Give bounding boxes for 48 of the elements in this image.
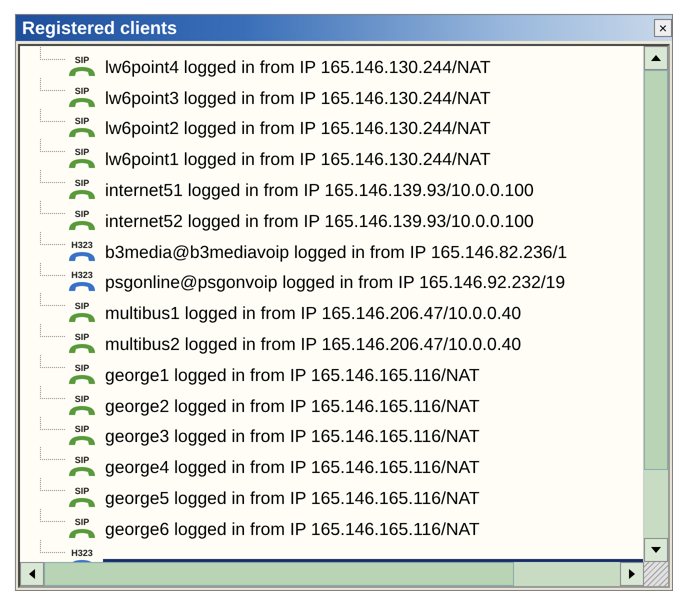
down-triangle-icon [650, 546, 662, 554]
protocol-label: H323 [71, 548, 93, 558]
client-entry[interactable]: george5 logged in from IP 165.146.165.116/NAT [103, 486, 482, 509]
window-title: Registered clients [22, 18, 178, 38]
client-entry[interactable]: george3 logged in from IP 165.146.165.116/NAT [103, 425, 482, 448]
scroll-thumb[interactable] [44, 562, 514, 586]
protocol-label: SIP [74, 54, 90, 65]
resize-grip[interactable] [644, 562, 668, 586]
protocol-label: SIP [74, 208, 90, 219]
protocol-label: SIP [74, 424, 90, 434]
client-entry[interactable]: b3media@b3mediavoip logged in from IP 165.146.82.236/1 [103, 240, 570, 263]
protocol-label: SIP [74, 516, 90, 527]
scroll-left-button[interactable] [20, 562, 44, 586]
protocol-label: SIP [74, 394, 90, 404]
protocol-label: SIP [74, 147, 90, 158]
right-triangle-icon [628, 568, 636, 580]
close-button[interactable]: × [654, 19, 672, 37]
protocol-label: SIP [74, 86, 90, 96]
client-entry[interactable]: psgonline@psgonvoip logged in from IP 165.146.92.232/19 [103, 271, 568, 294]
protocol-label: SIP [74, 116, 90, 126]
scroll-right-button[interactable] [620, 562, 644, 586]
protocol-label: SIP [74, 301, 90, 312]
protocol-label: SIP [74, 332, 90, 342]
client-entry[interactable]: lw6point2 logged in from IP 165.146.130.244/NAT [103, 117, 493, 140]
up-triangle-icon [650, 54, 662, 62]
protocol-label: SIP [74, 455, 90, 466]
scroll-thumb[interactable] [644, 70, 668, 470]
protocol-label: SIP [74, 362, 90, 373]
protocol-label: SIP [74, 178, 90, 188]
client-entry[interactable]: lw6point1 logged in from IP 165.146.130.244/NAT [103, 148, 493, 170]
client-entry[interactable]: internet52 logged in from IP 165.146.139.93/10.0.0.100 [103, 210, 536, 232]
client-entry[interactable]: multibus2 logged in from IP 165.146.206.47/10.0.0.40 [103, 332, 524, 355]
client-entry[interactable]: internet51 logged in from IP 165.146.139.93/10.0.0.100 [103, 178, 536, 201]
protocol-label: H323 [71, 270, 93, 280]
client-entry[interactable]: george1 logged in from IP 165.146.165.116/NAT [103, 364, 482, 386]
client-entry[interactable]: lw6point3 logged in from IP 165.146.130.244/NAT [103, 86, 493, 109]
left-triangle-icon [28, 568, 36, 580]
client-entry[interactable]: multibus1 logged in from IP 165.146.206.47/10.0.0.40 [103, 302, 524, 324]
vertical-scrollbar[interactable] [643, 46, 668, 562]
client-entry[interactable]: lw6point4 logged in from IP 165.146.130.244/NAT [103, 56, 493, 78]
client-entry[interactable]: george4 logged in from IP 165.146.165.116/NAT [103, 456, 482, 478]
client-entry[interactable]: george6 logged in from IP 165.146.165.116/NAT [103, 518, 482, 540]
protocol-label: SIP [74, 486, 90, 496]
scroll-up-button[interactable] [644, 46, 668, 70]
scroll-down-button[interactable] [644, 538, 668, 562]
protocol-label: H323 [71, 240, 93, 250]
client-entry[interactable]: george2 logged in from IP 165.146.165.116/NAT [103, 394, 482, 417]
horizontal-scrollbar[interactable] [20, 562, 644, 586]
